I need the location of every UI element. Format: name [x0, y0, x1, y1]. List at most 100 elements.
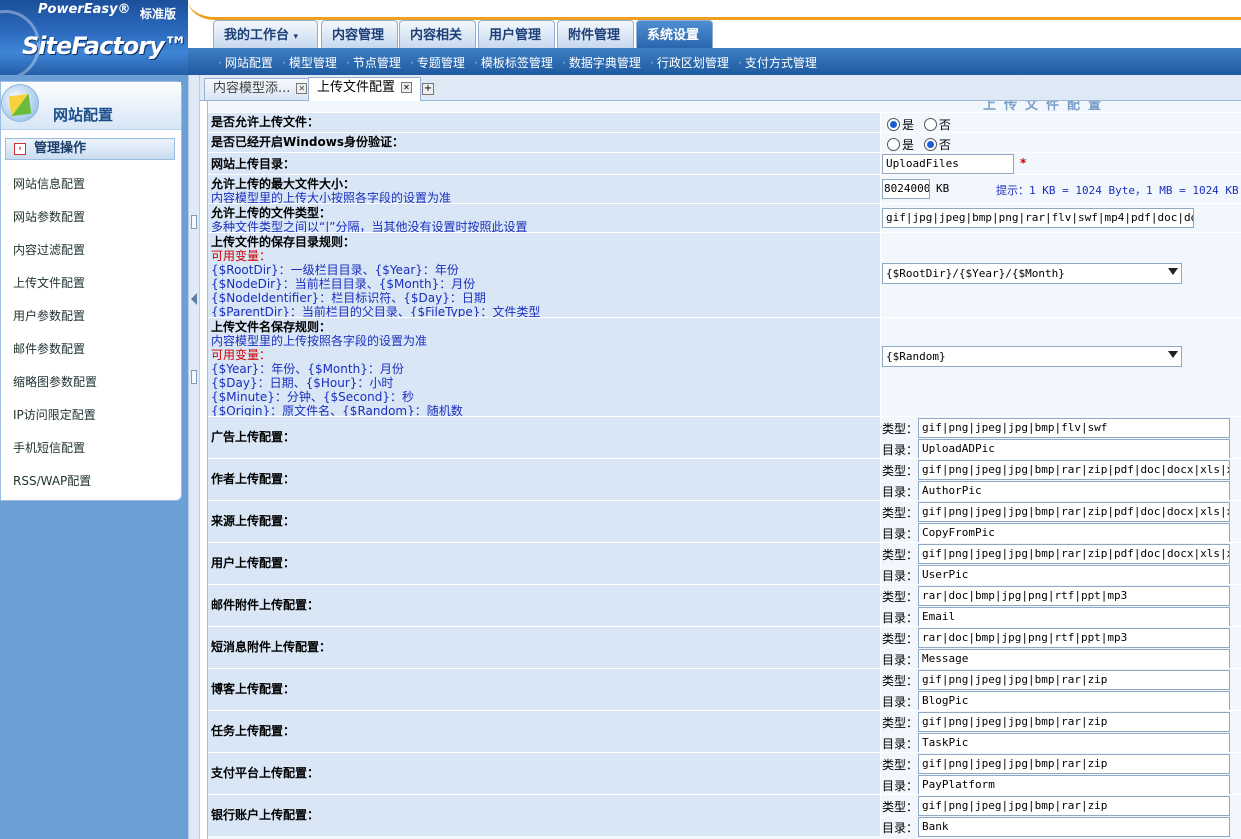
subnav-topic-manage[interactable]: · 专题管理 [410, 54, 465, 71]
subnav-template-tag[interactable]: · 模板标签管理 [474, 54, 553, 71]
dir-input[interactable]: CopyFromPic [918, 523, 1230, 543]
dir-input[interactable]: UserPic [918, 565, 1230, 585]
max-size-input[interactable]: 8024000 [882, 179, 930, 199]
field-hint: 内容模型里的上传按照各字段的设置为准 [211, 334, 428, 348]
section-title: 上传文件配置 [208, 101, 1241, 111]
upload-config-row: 用户上传配置： 类型： gif|png|jpeg|jpg|bmp|rar|zip… [208, 542, 1241, 585]
file-types-input[interactable]: gif|jpg|jpeg|bmp|png|rar|flv|swf|mp4|pdf… [882, 208, 1194, 228]
row-value: 类型： gif|png|jpeg|jpg|bmp|rar|zip 目录： Blo… [882, 669, 1241, 711]
tab-user-manage[interactable]: 用户管理 [478, 20, 555, 48]
subnav-node-manage[interactable]: · 节点管理 [346, 54, 401, 71]
upload-config-row: 博客上传配置： 类型： gif|png|jpeg|jpg|bmp|rar|zip… [208, 668, 1241, 711]
file-name-rule-select[interactable]: {$Random} [882, 346, 1182, 367]
select-value: {$RootDir}/{$Year}/{$Month} [886, 267, 1065, 280]
sidebar-splitter[interactable] [188, 75, 200, 839]
tab-content-model-add[interactable]: 内容模型添... ✕ [204, 78, 317, 100]
upload-config-row: 短消息附件上传配置： 类型： rar|doc|bmp|jpg|png|rtf|p… [208, 626, 1241, 669]
dir-input[interactable]: PayPlatform [918, 775, 1230, 795]
vars-title: 可用变量： [211, 348, 272, 362]
sidebar-item-ip-limit[interactable]: IP访问限定配置 [13, 406, 96, 423]
dir-input[interactable]: TaskPic [918, 733, 1230, 753]
types-input[interactable]: gif|png|jpeg|jpg|bmp|flv|swf [918, 418, 1230, 438]
upload-config-row: 广告上传配置： 类型： gif|png|jpeg|jpg|bmp|flv|swf… [208, 416, 1241, 459]
radio-winauth-no[interactable]: 否 [923, 138, 951, 152]
splitter-grip[interactable] [191, 215, 197, 229]
row-windows-auth: 是否已经开启Windows身份验证： 是 否 [208, 132, 1241, 152]
types-input[interactable]: rar|doc|bmp|jpg|png|rtf|ppt|mp3 [918, 586, 1230, 606]
sidebar-item-thumbnail[interactable]: 缩略图参数配置 [13, 373, 97, 390]
radio-label: 否 [938, 138, 951, 152]
subnav-site-config[interactable]: · 网站配置 [218, 54, 273, 71]
sidebar-item-site-info[interactable]: 网站信息配置 [13, 175, 85, 192]
types-input[interactable]: gif|png|jpeg|jpg|bmp|rar|zip [918, 754, 1230, 774]
dir-input[interactable]: Bank [918, 817, 1230, 837]
dir-input[interactable]: UploadADPic [918, 439, 1230, 459]
radio-winauth-yes[interactable]: 是 [887, 138, 914, 152]
sidebar-item-rss-wap[interactable]: RSS/WAP配置 [13, 472, 91, 489]
var-line: {$Minute}：分钟、{$Second}：秒 [211, 390, 414, 404]
field-label: 短消息附件上传配置： [211, 640, 332, 654]
types-input[interactable]: gif|png|jpeg|jpg|bmp|rar|zip [918, 796, 1230, 816]
subnav-dictionary[interactable]: · 数据字典管理 [562, 54, 641, 71]
upload-dir-input[interactable]: UploadFiles [882, 154, 1014, 174]
sidebar-item-mail-params[interactable]: 邮件参数配置 [13, 340, 85, 357]
type-label: 类型： [882, 674, 919, 688]
row-value: 类型： gif|png|jpeg|jpg|bmp|rar|zip 目录： Tas… [882, 711, 1241, 753]
document-tabs: 内容模型添... ✕ 上传文件配置 ✕ + [200, 75, 1241, 101]
sidebar-title: 网站配置 [53, 106, 114, 124]
subnav-model-manage[interactable]: · 模型管理 [282, 54, 337, 71]
tab-content-manage[interactable]: 内容管理 [321, 20, 398, 48]
sidebar-item-sms[interactable]: 手机短信配置 [13, 439, 85, 456]
row-value: 类型： gif|png|jpeg|jpg|bmp|flv|swf 目录： Upl… [882, 417, 1241, 459]
sidebar-item-user-params[interactable]: 用户参数配置 [13, 307, 85, 324]
tab-upload-config[interactable]: 上传文件配置 ✕ [308, 77, 422, 101]
types-input[interactable]: gif|png|jpeg|jpg|bmp|rar|zip [918, 670, 1230, 690]
splitter-grip[interactable] [191, 370, 197, 384]
subnav-label: 数据字典管理 [568, 56, 641, 70]
type-label: 类型： [882, 422, 919, 436]
types-input[interactable]: gif|png|jpeg|jpg|bmp|rar|zip|pdf|doc|doc… [918, 544, 1230, 564]
row-label: 广告上传配置： [208, 417, 881, 458]
types-input[interactable]: gif|png|jpeg|jpg|bmp|rar|zip|pdf|doc|doc… [918, 502, 1230, 522]
sidebar-section-label: 管理操作 [34, 141, 87, 156]
tab-label: 附件管理 [568, 28, 621, 43]
close-icon[interactable]: ✕ [296, 83, 308, 94]
tab-content-related[interactable]: 内容相关 [399, 20, 476, 48]
dir-label: 目录： [882, 611, 919, 625]
radio-allow-no[interactable]: 否 [923, 118, 951, 132]
type-label: 类型： [882, 800, 919, 814]
upload-config-row: 来源上传配置： 类型： gif|png|jpeg|jpg|bmp|rar|zip… [208, 500, 1241, 543]
sidebar-section-header[interactable]: › 管理操作 [5, 138, 175, 160]
dir-input[interactable]: AuthorPic [918, 481, 1230, 501]
dir-label: 目录： [882, 653, 919, 667]
close-icon[interactable]: ✕ [401, 82, 413, 93]
sidebar-item-site-params[interactable]: 网站参数配置 [13, 208, 85, 225]
tab-attachment-manage[interactable]: 附件管理 [557, 20, 634, 48]
dir-label: 目录： [882, 527, 919, 541]
upload-config-row: 邮件附件上传配置： 类型： rar|doc|bmp|jpg|png|rtf|pp… [208, 584, 1241, 627]
save-dir-rule-select[interactable]: {$RootDir}/{$Year}/{$Month} [882, 263, 1182, 284]
size-tip: 提示：1 KB = 1024 Byte，1 MB = 1024 KB [996, 184, 1239, 197]
subnav-region[interactable]: · 行政区划管理 [650, 54, 729, 71]
sidebar-item-upload-config[interactable]: 上传文件配置 [13, 274, 85, 291]
subnav-payment[interactable]: · 支付方式管理 [738, 54, 817, 71]
dir-input[interactable]: BlogPic [918, 691, 1230, 711]
types-input[interactable]: rar|doc|bmp|jpg|png|rtf|ppt|mp3 [918, 628, 1230, 648]
chevron-down-icon [1168, 268, 1178, 275]
row-allow-upload: 是否允许上传文件： 是 否 [208, 112, 1241, 132]
radio-allow-yes[interactable]: 是 [887, 118, 914, 132]
types-input[interactable]: gif|png|jpeg|jpg|bmp|rar|zip|pdf|doc|doc… [918, 460, 1230, 480]
types-input[interactable]: gif|png|jpeg|jpg|bmp|rar|zip [918, 712, 1230, 732]
row-save-dir-rule: 上传文件的保存目录规则： 可用变量： {$RootDir}：一级栏目目录、{$Y… [208, 232, 1241, 319]
collapse-arrow-icon[interactable] [191, 293, 197, 305]
tab-system-settings[interactable]: 系统设置 [636, 20, 713, 48]
dir-input[interactable]: Email [918, 607, 1230, 627]
row-file-types: 允许上传的文件类型： 多种文件类型之间以“|”分隔，当其他没有设置时按照此设置 g… [208, 203, 1241, 234]
dir-input[interactable]: Message [918, 649, 1230, 669]
tab-workbench[interactable]: 我的工作台 ▾ [213, 20, 318, 48]
tab-label: 我的工作台 [224, 28, 290, 43]
add-tab-icon[interactable]: + [422, 83, 434, 95]
sidebar-item-content-filter[interactable]: 内容过滤配置 [13, 241, 85, 258]
tab-label: 用户管理 [489, 28, 542, 43]
field-label: 任务上传配置： [211, 724, 296, 738]
